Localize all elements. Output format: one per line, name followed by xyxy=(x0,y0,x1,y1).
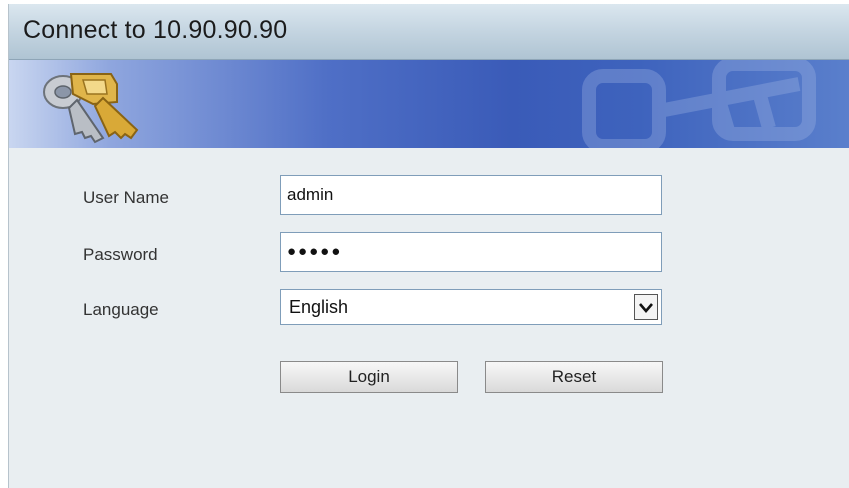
username-input[interactable]: admin xyxy=(280,175,662,215)
language-select[interactable]: English xyxy=(280,289,662,325)
header-banner xyxy=(9,60,849,148)
password-label: Password xyxy=(83,245,158,264)
login-dialog: Connect to 10.90.90.90 User Name admin P… xyxy=(8,4,849,488)
language-selected-value: English xyxy=(289,297,349,317)
reset-button[interactable]: Reset xyxy=(485,361,663,393)
title-bar: Connect to 10.90.90.90 xyxy=(9,4,849,60)
chevron-down-icon xyxy=(639,303,653,313)
password-input[interactable]: ●●●●● xyxy=(280,232,662,272)
language-label: Language xyxy=(83,300,159,319)
login-button[interactable]: Login xyxy=(280,361,458,393)
key-watermark-icon xyxy=(582,60,816,148)
dialog-title: Connect to 10.90.90.90 xyxy=(23,16,288,44)
username-label: User Name xyxy=(83,188,169,207)
dropdown-button[interactable] xyxy=(634,294,658,320)
keys-icon xyxy=(43,73,139,144)
